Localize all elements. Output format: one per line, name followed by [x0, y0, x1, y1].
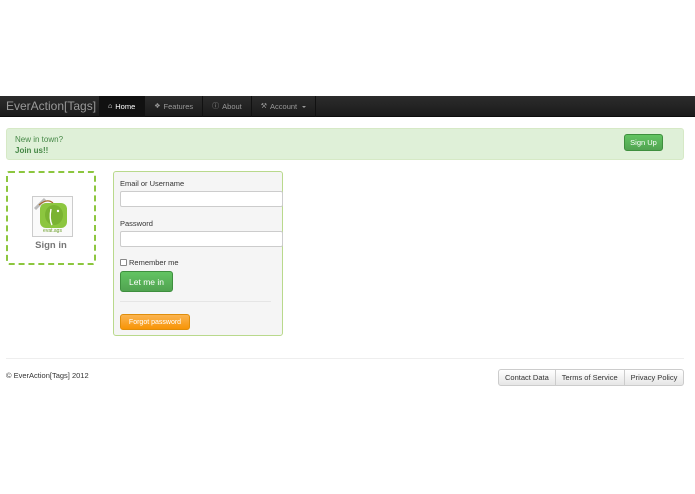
email-label: Email or Username	[120, 179, 185, 188]
chevron-down-icon	[302, 105, 307, 108]
tags-icon: ❖	[154, 103, 161, 110]
password-field[interactable]	[120, 231, 283, 247]
forgot-password-button[interactable]: Forgot password	[120, 314, 190, 330]
alert-text: New in town?	[15, 135, 64, 144]
logo-text: evat.ags	[43, 228, 62, 234]
home-icon: ⌂	[108, 103, 113, 110]
nav-item-label: Home	[115, 102, 136, 111]
brand[interactable]: EverAction[Tags]	[6, 99, 96, 113]
contact-data-link[interactable]: Contact Data	[499, 370, 556, 385]
sign-in-panel: evat.ags Sign in	[6, 171, 96, 265]
sign-up-button[interactable]: Sign Up	[624, 134, 663, 151]
nav-item-features[interactable]: ❖ Features	[145, 96, 204, 117]
info-icon: ⓘ	[212, 103, 220, 110]
copyright: © EverAction[Tags] 2012	[6, 371, 89, 380]
app-logo: evat.ags	[32, 196, 73, 237]
email-field[interactable]	[120, 191, 283, 207]
sign-in-title: Sign in	[35, 240, 67, 251]
login-form: Email or Username Password Remember me L…	[113, 171, 283, 336]
terms-of-service-link[interactable]: Terms of Service	[556, 370, 625, 385]
alert-join-text: Join us!!	[15, 146, 49, 155]
nav-item-label: About	[222, 102, 242, 111]
password-label: Password	[120, 219, 153, 228]
divider	[120, 301, 271, 302]
nav-item-about[interactable]: ⓘ About	[203, 96, 252, 117]
nav-item-home[interactable]: ⌂ Home	[99, 96, 146, 117]
nav-item-account[interactable]: ⚒ Account	[252, 96, 317, 117]
nav-menu: ⌂ Home ❖ Features ⓘ About ⚒ Account	[99, 96, 317, 117]
footer-links: Contact Data Terms of Service Privacy Po…	[498, 369, 685, 386]
nav-item-label: Features	[163, 102, 194, 111]
wrench-icon: ⚒	[260, 103, 268, 110]
footer-divider	[6, 358, 684, 359]
nav-item-label: Account	[270, 102, 298, 111]
signup-alert: New in town? Join us!! Sign Up	[6, 128, 684, 160]
remember-me-label[interactable]: Remember me	[129, 258, 179, 267]
navbar: EverAction[Tags] ⌂ Home ❖ Features ⓘ Abo…	[0, 96, 695, 117]
remember-me-checkbox[interactable]	[120, 259, 127, 266]
login-button[interactable]: Let me in	[120, 271, 173, 292]
privacy-policy-link[interactable]: Privacy Policy	[625, 370, 684, 385]
